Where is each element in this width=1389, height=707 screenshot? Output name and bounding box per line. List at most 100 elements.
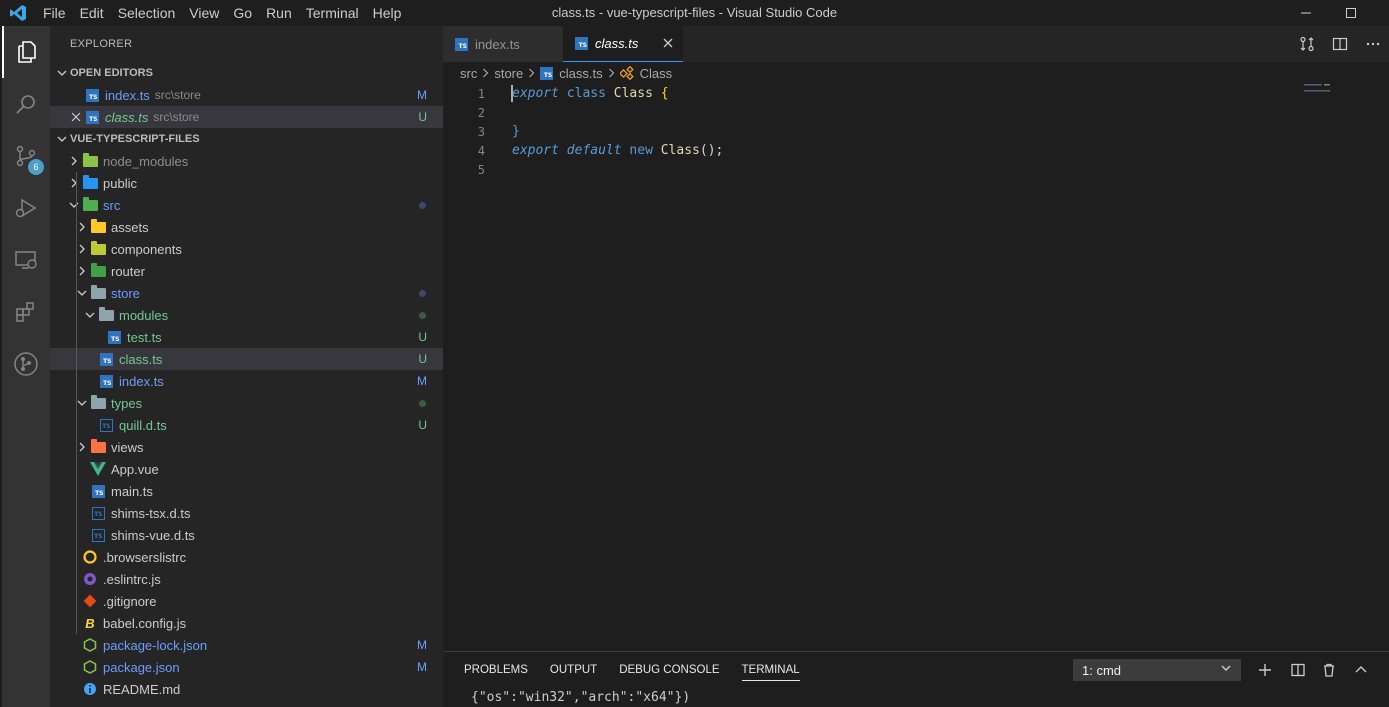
- terminal-select-value: 1: cmd: [1082, 662, 1122, 678]
- tree-folder-store[interactable]: store: [50, 282, 443, 304]
- tree-folder-types[interactable]: types: [50, 392, 443, 414]
- git-status-badge: U: [418, 330, 427, 344]
- tab-terminal[interactable]: TERMINAL: [731, 652, 811, 688]
- run-debug-button[interactable]: [2, 182, 50, 234]
- tree-label: README.md: [103, 681, 181, 697]
- terminal-output[interactable]: {"os":"win32","arch":"x64"}): [471, 690, 690, 705]
- tree-folder-public[interactable]: public: [50, 172, 443, 194]
- line-number: 3: [477, 124, 485, 139]
- tree-folder-src[interactable]: src: [50, 194, 443, 216]
- terminal-select[interactable]: 1: cmd: [1073, 659, 1241, 681]
- tree-label: types: [111, 395, 143, 411]
- open-changes-button[interactable]: [1290, 36, 1323, 52]
- tree-file-shims-tsx[interactable]: TS shims-tsx.d.ts: [50, 502, 443, 524]
- tree-label: index.ts: [119, 373, 164, 389]
- tree-label: assets: [111, 219, 149, 235]
- tree-file-app-vue[interactable]: App.vue: [50, 458, 443, 480]
- kill-terminal-button[interactable]: [1319, 660, 1339, 680]
- tree-folder-modules[interactable]: modules: [50, 304, 443, 326]
- tree-file-gitignore[interactable]: .gitignore: [50, 590, 443, 612]
- breadcrumb-file[interactable]: TS class.ts: [540, 66, 603, 81]
- src-folder-icon: [82, 196, 98, 211]
- tree-file-browserslistrc[interactable]: .browserslistrc: [50, 546, 443, 568]
- tree-file-index-ts[interactable]: TS index.ts M: [50, 370, 443, 392]
- typescript-file-icon: TS: [91, 484, 105, 498]
- tree-file-package-json[interactable]: package.json M: [50, 656, 443, 678]
- tree-file-eslintrc[interactable]: .eslintrc.js: [50, 568, 443, 590]
- tree-folder-router[interactable]: router: [50, 260, 443, 282]
- tree-label: package.json: [103, 659, 180, 675]
- tree-file-main-ts[interactable]: TS main.ts: [50, 480, 443, 502]
- open-editor-class-ts[interactable]: TS class.ts src\store U: [50, 106, 443, 128]
- open-editor-index-ts[interactable]: TS index.ts src\store M: [50, 84, 443, 106]
- remote-explorer-icon: [15, 251, 37, 269]
- code-token: new: [629, 143, 653, 158]
- tree-label: App.vue: [111, 461, 159, 477]
- code-editor[interactable]: 1 export class Class { 2 3 } 4 export de…: [443, 84, 1389, 650]
- menu-bar: File Edit Selection View Go Run Terminal…: [36, 0, 408, 26]
- project-header[interactable]: VUE-TYPESCRIPT-FILES: [50, 128, 443, 150]
- more-actions-button[interactable]: [1356, 36, 1389, 52]
- tree-folder-views[interactable]: views: [50, 436, 443, 458]
- tab-class-ts[interactable]: TS class.ts: [563, 26, 683, 62]
- breadcrumb-src[interactable]: src: [460, 66, 477, 81]
- tree-file-quill-d-ts[interactable]: TS quill.d.ts U: [50, 414, 443, 436]
- code-token: {: [660, 86, 669, 101]
- tree-file-babel-config[interactable]: B babel.config.js: [50, 612, 443, 634]
- menu-go[interactable]: Go: [226, 5, 259, 21]
- tree-folder-components[interactable]: components: [50, 238, 443, 260]
- tree-folder-node-modules[interactable]: node_modules: [50, 150, 443, 172]
- tab-problems[interactable]: PROBLEMS: [453, 652, 539, 688]
- new-terminal-button[interactable]: [1255, 660, 1275, 680]
- tree-label: class.ts: [119, 351, 163, 367]
- menu-file[interactable]: File: [36, 5, 73, 21]
- maximize-button[interactable]: [1328, 0, 1374, 26]
- open-editor-name: class.ts: [105, 109, 149, 125]
- tab-output[interactable]: OUTPUT: [539, 652, 608, 688]
- maximize-panel-button[interactable]: [1351, 660, 1371, 680]
- chevron-up-icon: [1355, 666, 1367, 673]
- tab-index-ts[interactable]: TS index.ts: [443, 26, 563, 62]
- tree-label: package-lock.json: [103, 637, 208, 653]
- git-graph-button[interactable]: [2, 338, 50, 390]
- tree-file-readme[interactable]: README.md: [50, 678, 443, 700]
- minimize-button[interactable]: [1283, 0, 1329, 26]
- ellipsis-icon: [1366, 42, 1379, 46]
- chevron-down-icon: [54, 68, 70, 78]
- tree-file-test-ts[interactable]: TS test.ts U: [50, 326, 443, 348]
- close-tab-button[interactable]: [663, 35, 673, 52]
- breadcrumb-store[interactable]: store: [494, 66, 523, 81]
- tree-label: quill.d.ts: [119, 417, 167, 433]
- types-folder-icon: [90, 394, 106, 409]
- explorer-button[interactable]: [2, 26, 50, 78]
- split-editor-button[interactable]: [1323, 36, 1356, 52]
- tree-label: test.ts: [127, 329, 162, 345]
- remote-explorer-button[interactable]: [2, 234, 50, 286]
- tree-label: public: [103, 175, 137, 191]
- open-editor-path: src\store: [154, 88, 201, 102]
- tree-folder-assets[interactable]: assets: [50, 216, 443, 238]
- menu-selection[interactable]: Selection: [111, 5, 183, 21]
- menu-view[interactable]: View: [182, 5, 226, 21]
- tree-file-class-ts[interactable]: TS class.ts U: [50, 348, 443, 370]
- typescript-definition-icon: TS: [91, 528, 105, 542]
- tab-debug-console[interactable]: DEBUG CONSOLE: [608, 652, 730, 688]
- code-token: class: [566, 86, 606, 101]
- tree-file-shims-vue[interactable]: TS shims-vue.d.ts: [50, 524, 443, 546]
- menu-terminal[interactable]: Terminal: [299, 5, 366, 21]
- menu-run[interactable]: Run: [259, 5, 299, 21]
- tree-file-package-lock[interactable]: package-lock.json M: [50, 634, 443, 656]
- breadcrumb-symbol[interactable]: Class: [619, 66, 672, 81]
- close-editor-button[interactable]: [68, 106, 84, 128]
- menu-help[interactable]: Help: [366, 5, 409, 21]
- minimap[interactable]: [1304, 84, 1374, 124]
- menu-edit[interactable]: Edit: [73, 5, 111, 21]
- symbol-class-icon: [619, 66, 634, 80]
- extensions-button[interactable]: [2, 286, 50, 338]
- source-control-button[interactable]: 6: [2, 130, 50, 182]
- search-button[interactable]: [2, 78, 50, 130]
- code-token: export: [512, 143, 559, 158]
- split-terminal-button[interactable]: [1288, 660, 1308, 680]
- tree-label: components: [111, 241, 182, 257]
- open-editors-header[interactable]: OPEN EDITORS: [50, 62, 443, 84]
